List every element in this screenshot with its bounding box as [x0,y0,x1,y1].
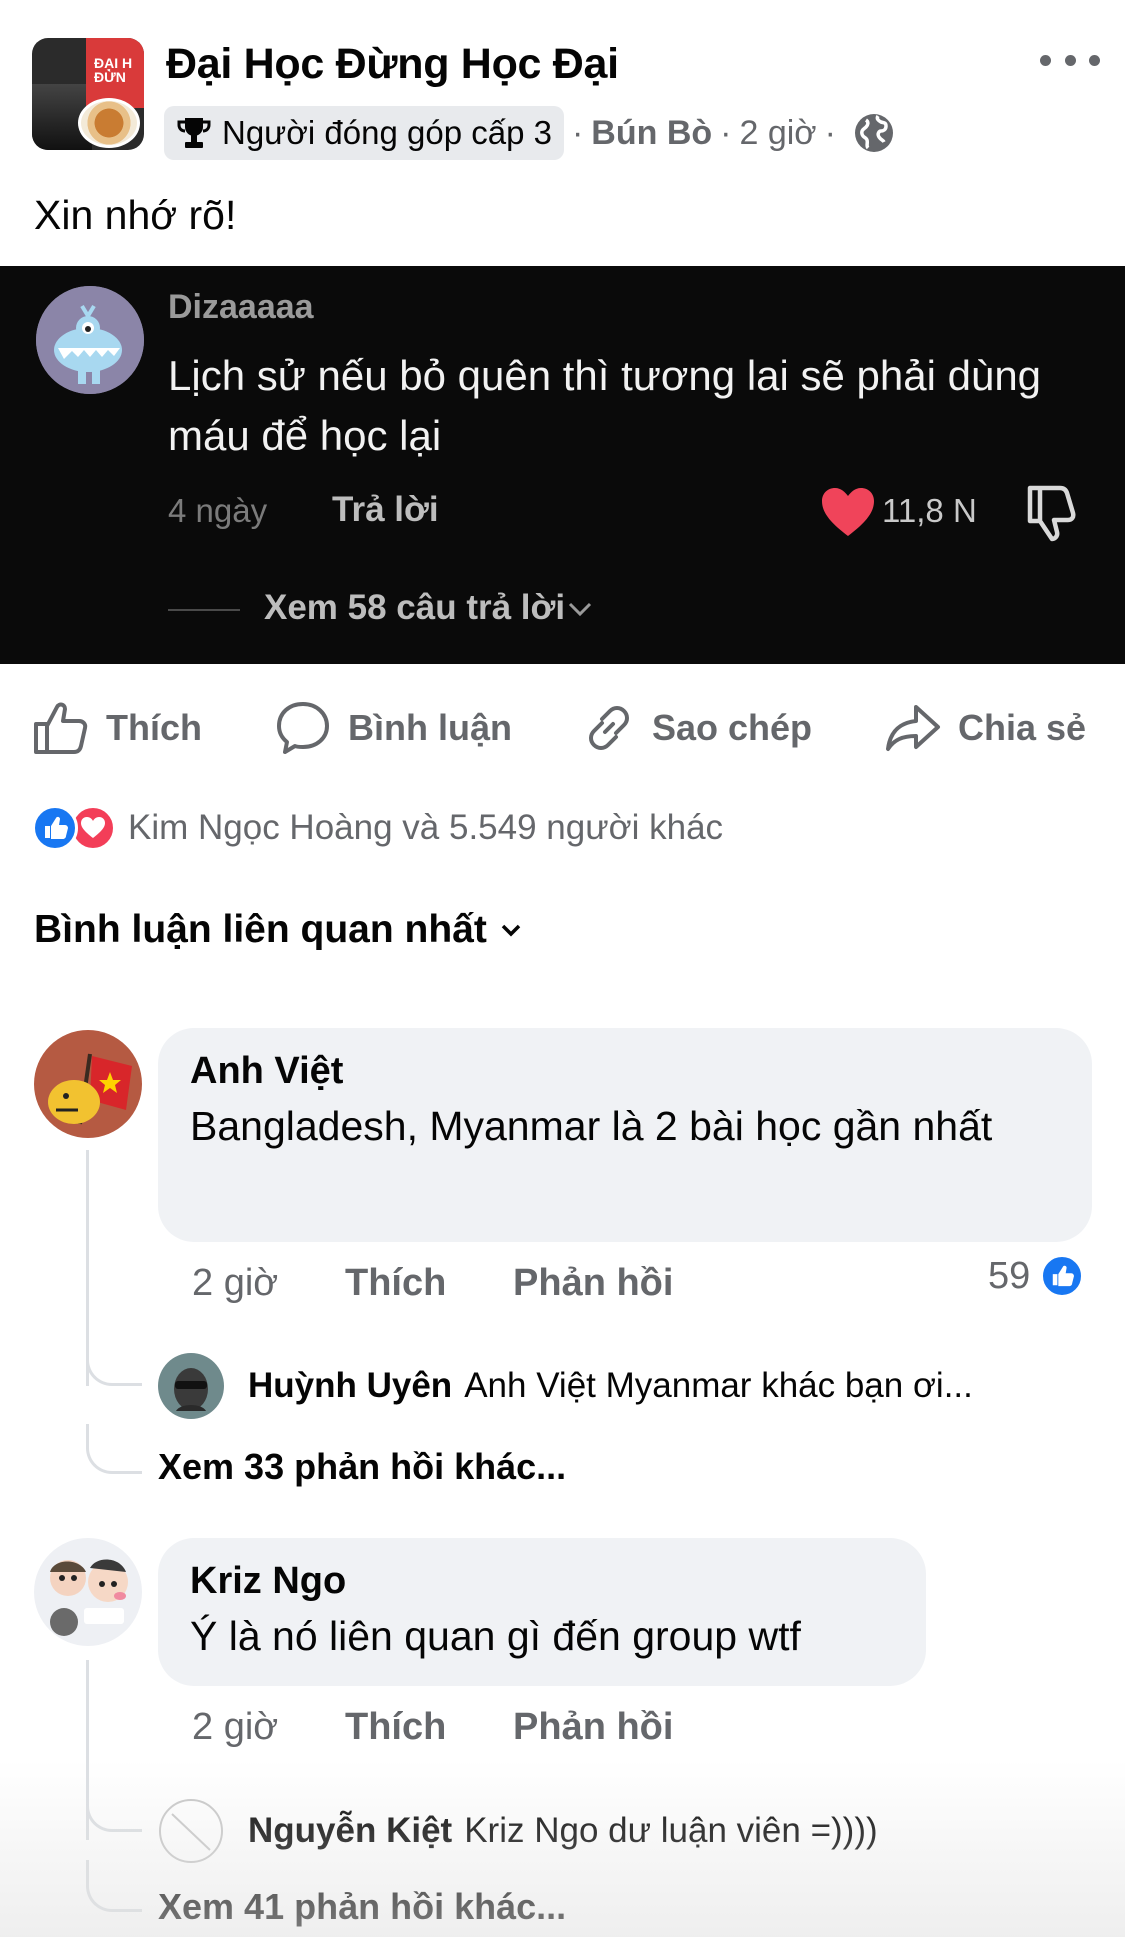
post-meta: Người đóng góp cấp 3 · Bún Bò · 2 giờ · [164,106,896,160]
comment-author[interactable]: Kriz Ngo [190,1556,894,1606]
comment-icon [277,702,329,754]
link-icon [589,706,629,750]
comment-button[interactable]: Bình luận [274,690,512,766]
reply-author[interactable]: Nguyễn Kiệt [248,1811,452,1851]
share-icon [886,705,940,751]
comment-author[interactable]: Anh Việt [190,1046,1060,1096]
comment-bubble[interactable]: Anh Việt Bangladesh, Myanmar là 2 bài họ… [158,1028,1092,1242]
group-avatar[interactable]: ĐẠI H ĐỪN [32,38,144,150]
trophy-icon [177,118,211,148]
commenter-avatar[interactable] [34,1538,142,1646]
reply-avatar [158,1353,224,1419]
post-action-bar: Thích Bình luận Sao chép Chia sẻ [0,690,1125,766]
meta-separator: · [571,113,584,152]
embedded-comment-image[interactable]: Dizaaaaa Lịch sử nếu bỏ quên thì tương l… [0,266,1125,664]
more-dots-icon[interactable] [1040,40,1100,80]
commenter-name: Dizaaaaa [168,288,314,326]
post-time[interactable]: 2 giờ [739,114,816,153]
reply-avatar [158,1798,224,1864]
like-button-label: Thích [106,707,202,748]
post-text: Xin nhớ rõ! [34,192,237,238]
reply-author[interactable]: Huỳnh Uyên [248,1366,452,1406]
comment-bubble[interactable]: Kriz Ngo Ý là nó liên quan gì đến group … [158,1538,926,1686]
comment-sort-label: Bình luận liên quan nhất [34,908,487,951]
flag-avatar-icon [34,1030,142,1138]
embedded-comment-text: Lịch sử nếu bỏ quên thì tương lai sẽ phả… [168,352,1042,459]
cartoon-group-avatar-icon [34,1538,142,1646]
monster-avatar-icon [36,286,144,394]
meta-separator: · [824,113,836,152]
post-author[interactable]: Bún Bò [591,114,712,153]
comment-text: Bangladesh, Myanmar là 2 bài học gần nhấ… [190,1103,993,1149]
comment-like-count[interactable]: 59 [988,1254,1085,1298]
reply-preview[interactable]: Nguyễn Kiệt Kriz Ngo dư luận viên =)))) [158,1798,878,1864]
comment-text: Ý là nó liên quan gì đến group wtf [190,1613,801,1659]
comment-time[interactable]: 2 giờ [192,1706,278,1749]
share-button-label: Chia sẻ [958,707,1087,748]
view-embedded-replies[interactable]: Xem 58 câu trả lời [264,588,595,628]
reply-preview[interactable]: Huỳnh Uyên Anh Việt Myanmar khác bạn ơi.… [158,1353,973,1419]
comment-reply-button[interactable]: Phản hồi [513,1262,673,1305]
comment-like-button[interactable]: Thích [345,1706,446,1749]
group-name[interactable]: Đại Học Đừng Học Đại [166,40,619,89]
chevron-down-icon [501,924,521,937]
commenter-avatar [36,286,144,394]
comment-like-button[interactable]: Thích [345,1262,446,1305]
comment-like-count-value: 59 [988,1254,1031,1297]
copy-link-button[interactable]: Sao chép [582,690,812,766]
reactions-text: Kim Ngọc Hoàng và 5.549 người khác [128,808,724,847]
dislike-icon[interactable] [1022,482,1078,542]
commenter-avatar[interactable] [34,1030,142,1138]
embedded-comment-time: 4 ngày [168,492,268,529]
comment-sort-dropdown[interactable]: Bình luận liên quan nhất [34,908,523,952]
view-more-replies[interactable]: Xem 41 phản hồi khác... [158,1886,566,1928]
badge-label: Người đóng góp cấp 3 [222,114,552,151]
embedded-reply-button[interactable]: Trả lời [332,490,439,530]
reply-text: Kriz Ngo dư luận viên =)))) [464,1811,878,1850]
view-more-replies[interactable]: Xem 33 phản hồi khác... [158,1446,566,1488]
reactions-summary[interactable]: Kim Ngọc Hoàng và 5.549 người khác [32,800,723,856]
heart-icon[interactable] [820,486,876,538]
reply-connector [86,1424,142,1474]
chevron-down-icon [569,602,592,617]
globe-icon [854,114,893,152]
post-header: ĐẠI H ĐỪN Đại Học Đừng Học Đại Người đón… [0,0,1125,170]
contributor-badge[interactable]: Người đóng góp cấp 3 [164,106,564,160]
avatar-text: ĐẠI H ĐỪN [94,55,133,85]
reply-connector [86,1340,142,1386]
replies-line [168,609,240,611]
share-button[interactable]: Chia sẻ [884,690,1086,766]
copy-link-button-label: Sao chép [652,707,813,748]
embedded-like-count: 11,8 N [882,492,977,529]
like-reaction-icon [32,805,78,851]
reply-connector [86,1786,142,1832]
avatar-bowl-image [78,98,140,148]
reply-text: Anh Việt Myanmar khác bạn ơi... [464,1366,973,1405]
comment-reply-button[interactable]: Phản hồi [513,1706,673,1749]
like-button[interactable]: Thích [32,690,202,766]
comment-button-label: Bình luận [348,707,512,748]
meta-separator: · [720,113,732,152]
view-embedded-replies-label: Xem 58 câu trả lời [264,588,566,627]
comment-time[interactable]: 2 giờ [192,1262,278,1305]
like-reaction-icon [1040,1254,1085,1298]
reply-connector [86,1860,142,1912]
like-icon [34,702,88,754]
